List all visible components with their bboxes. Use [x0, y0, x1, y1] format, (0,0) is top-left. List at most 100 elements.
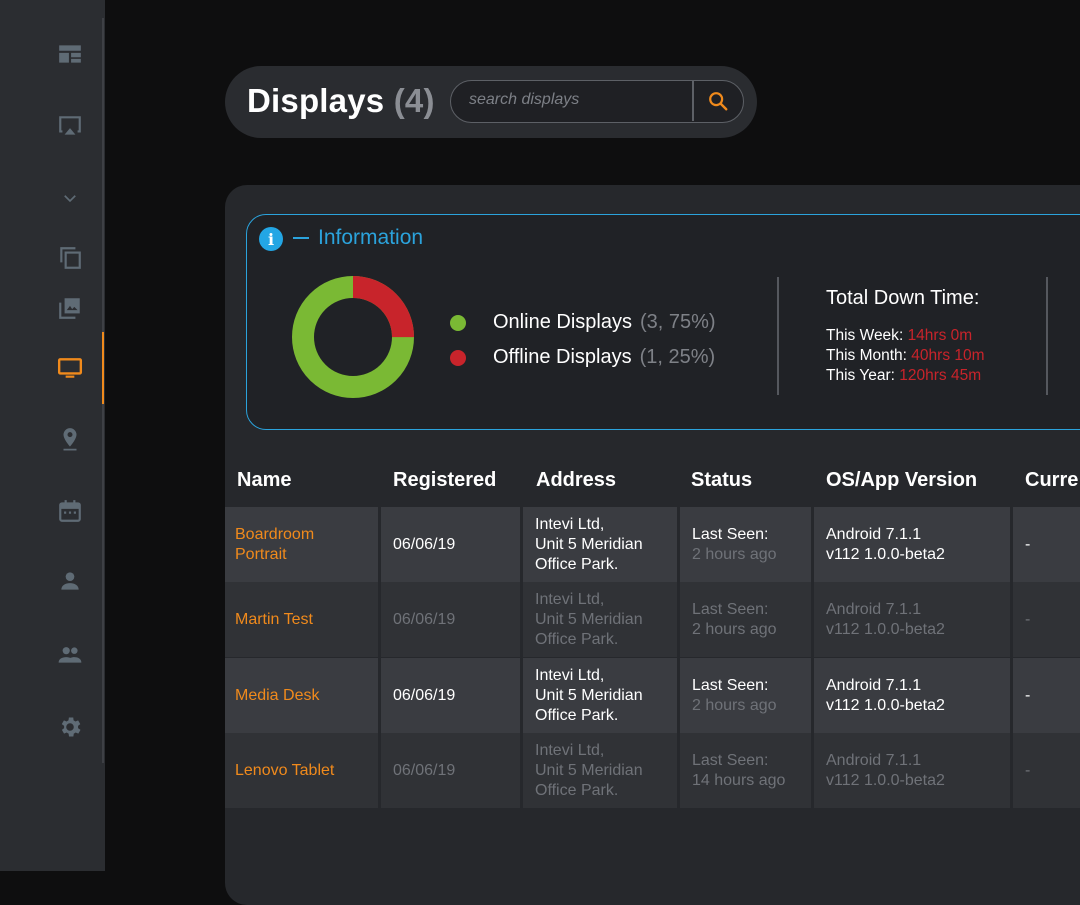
name-cell: Boardroom Portrait [225, 507, 378, 582]
os-version-cell: Android 7.1.1 v112 1.0.0-beta2 [814, 658, 1010, 733]
search-input[interactable] [469, 91, 684, 109]
column-header-status[interactable]: Status [691, 469, 752, 492]
downtime-week-label: This Week [826, 327, 899, 344]
sidebar-item-settings[interactable] [52, 709, 88, 745]
address-line: Unit 5 Meridian [535, 610, 643, 628]
info-divider [777, 277, 779, 395]
os-version: Android 7.1.1 [826, 600, 922, 618]
settings-icon [61, 717, 81, 737]
display-name-link[interactable]: Lenovo Tablet [235, 761, 378, 781]
downtime-title: Total Down Time: [826, 287, 980, 309]
status-donut-chart [292, 276, 414, 398]
current-cell: - [1013, 733, 1080, 808]
monitor-icon [57, 358, 83, 378]
display-name-link[interactable]: Media Desk [235, 686, 378, 706]
offline-stat: (1, 25%) [639, 346, 716, 368]
online-dot [450, 314, 466, 331]
search-icon [709, 92, 728, 111]
address-line: Intevi Ltd, [535, 666, 605, 684]
cast-icon [59, 116, 81, 135]
info-icon: i [259, 227, 283, 251]
column-header-current[interactable]: Curre [1025, 469, 1078, 492]
dashboard-icon [59, 45, 81, 63]
location-pin-icon [63, 428, 77, 451]
downtime-month-value: 40hrs 10m [911, 347, 985, 364]
sidebar-item-locations[interactable] [52, 421, 88, 457]
status-time: 2 hours ago [692, 545, 777, 563]
name-cell: Martin Test [225, 582, 378, 657]
info-divider [1046, 277, 1048, 395]
column-header-address[interactable]: Address [536, 469, 616, 492]
sidebar-item-dashboard[interactable] [52, 36, 88, 72]
display-count: (4) [393, 82, 435, 119]
information-title[interactable]: Information [318, 226, 423, 250]
app-version: v112 1.0.0-beta2 [826, 696, 945, 714]
display-name-link[interactable]: Portrait [235, 545, 378, 565]
sidebar-item-displays[interactable] [52, 350, 88, 386]
address-cell: Intevi Ltd, Unit 5 Meridian Office Park. [523, 733, 677, 808]
status-label: Last Seen: [692, 676, 769, 694]
address-line: Office Park. [535, 781, 619, 799]
downtime-year: This Year: 120hrs 45m [826, 367, 982, 384]
online-label: Online Displays [493, 311, 632, 333]
address-line: Intevi Ltd, [535, 741, 605, 759]
sidebar-item-gallery[interactable] [52, 290, 88, 326]
gallery-icon [59, 298, 80, 319]
status-cell: Last Seen: 2 hours ago [680, 582, 811, 657]
search-button[interactable] [694, 81, 742, 121]
address-cell: Intevi Ltd, Unit 5 Meridian Office Park. [523, 658, 677, 733]
sidebar-item-groups[interactable] [52, 637, 88, 673]
column-header-registered[interactable]: Registered [393, 469, 496, 492]
downtime-month: This Month: 40hrs 10m [826, 347, 985, 364]
online-stat: (3, 75%) [639, 311, 716, 333]
chevron-down-icon [64, 195, 76, 203]
calendar-icon [59, 500, 81, 522]
column-header-name[interactable]: Name [237, 469, 291, 492]
page-title-text: Displays [247, 82, 385, 119]
registered-cell: 06/06/19 [381, 658, 520, 733]
table-row[interactable]: Boardroom Portrait 06/06/19 Intevi Ltd, … [225, 507, 1080, 582]
sidebar-item-user[interactable] [52, 563, 88, 599]
sidebar-active-indicator [102, 332, 104, 404]
os-version: Android 7.1.1 [826, 676, 922, 694]
app-version: v112 1.0.0-beta2 [826, 545, 945, 563]
table-row[interactable]: Lenovo Tablet 06/06/19 Intevi Ltd, Unit … [225, 733, 1080, 808]
downtime-month-label: This Month [826, 347, 903, 364]
sidebar-item-schedule[interactable] [52, 493, 88, 529]
sidebar-item-cast[interactable] [52, 108, 88, 144]
address-cell: Intevi Ltd, Unit 5 Meridian Office Park. [523, 582, 677, 657]
status-label: Last Seen: [692, 600, 769, 618]
offline-dot [450, 349, 466, 366]
os-version-cell: Android 7.1.1 v112 1.0.0-beta2 [814, 582, 1010, 657]
search-box [450, 80, 744, 123]
registered-cell: 06/06/19 [381, 582, 520, 657]
address-line: Unit 5 Meridian [535, 535, 643, 553]
downtime-year-value: 120hrs 45m [899, 367, 982, 384]
name-cell: Media Desk [225, 658, 378, 733]
table-row[interactable]: Media Desk 06/06/19 Intevi Ltd, Unit 5 M… [225, 658, 1080, 733]
information-box: i Information Online Displays (3, 75%) O… [246, 214, 1080, 430]
address-line: Intevi Ltd, [535, 515, 605, 533]
address-line: Office Park. [535, 555, 619, 573]
status-cell: Last Seen: 14 hours ago [680, 733, 811, 808]
legend-offline: Offline Displays (1, 25%) [450, 346, 715, 369]
registered-cell: 06/06/19 [381, 733, 520, 808]
os-version-cell: Android 7.1.1 v112 1.0.0-beta2 [814, 507, 1010, 582]
status-cell: Last Seen: 2 hours ago [680, 507, 811, 582]
display-name-link[interactable]: Martin Test [235, 610, 378, 630]
header-bar: Displays (4) [225, 66, 757, 138]
downtime-week-value: 14hrs 0m [907, 327, 973, 344]
app-version: v112 1.0.0-beta2 [826, 620, 945, 638]
sidebar [0, 0, 105, 871]
os-version: Android 7.1.1 [826, 751, 922, 769]
address-line: Unit 5 Meridian [535, 761, 643, 779]
downtime-year-label: This Year [826, 367, 891, 384]
column-header-os-version[interactable]: OS/App Version [826, 469, 977, 492]
collapse-icon[interactable] [293, 237, 309, 239]
current-cell: - [1013, 582, 1080, 657]
sidebar-item-copy[interactable] [52, 240, 88, 276]
table-row[interactable]: Martin Test 06/06/19 Intevi Ltd, Unit 5 … [225, 582, 1080, 657]
sidebar-expand-toggle[interactable] [52, 180, 88, 216]
app-version: v112 1.0.0-beta2 [826, 771, 945, 789]
display-name-link[interactable]: Boardroom [235, 525, 378, 545]
